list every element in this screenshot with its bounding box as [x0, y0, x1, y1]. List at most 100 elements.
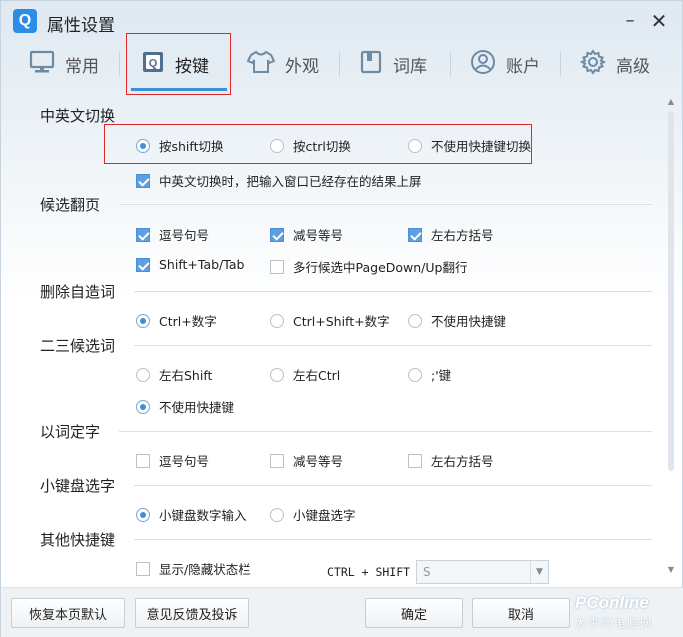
radio-numpad-input[interactable]: 小键盘数字输入 — [136, 505, 247, 524]
section-title-word-to-char: 以词定字 — [40, 423, 101, 441]
checkbox-char-brackets[interactable]: 左右方括号 — [408, 451, 494, 470]
keyboard-icon: Q — [141, 50, 165, 79]
radio-numpad-select[interactable]: 小键盘选字 — [270, 505, 356, 524]
book-icon — [359, 50, 383, 79]
option-label: 减号等号 — [293, 228, 344, 243]
option-label: 不使用快捷键 — [431, 314, 507, 329]
option-label: 显示/隐藏状态栏 — [159, 562, 251, 577]
checkbox[interactable] — [270, 227, 284, 242]
radio-candidate-semicolon-quote[interactable]: ;'键 — [408, 365, 451, 384]
radio-button[interactable] — [136, 399, 150, 414]
checkbox-commit-on-switch[interactable]: 中英文切换时，把输入窗口已经存在的结果上屏 — [136, 171, 422, 190]
radio-ctrl-switch[interactable]: 按ctrl切换 — [270, 136, 351, 155]
tab-divider — [119, 51, 120, 77]
radio-button[interactable] — [136, 138, 150, 153]
checkbox[interactable] — [136, 173, 150, 188]
watermark-text: PConline — [575, 593, 649, 612]
radio-candidate-ctrl[interactable]: 左右Ctrl — [270, 365, 340, 384]
checkbox-char-minus-equal[interactable]: 减号等号 — [270, 451, 343, 470]
section-title-other-hotkeys: 其他快捷键 — [40, 531, 116, 549]
tab-dictionary[interactable]: 词库 — [359, 39, 427, 89]
radio-delete-ctrl-num[interactable]: Ctrl+数字 — [136, 311, 217, 330]
restore-defaults-button[interactable]: 恢复本页默认 — [11, 598, 125, 628]
close-icon[interactable]: ✕ — [648, 10, 670, 32]
tab-appearance[interactable]: 外观 — [246, 39, 319, 89]
checkbox-char-comma-period[interactable]: 逗号句号 — [136, 451, 209, 470]
radio-candidate-shift[interactable]: 左右Shift — [136, 365, 212, 384]
radio-button[interactable] — [136, 367, 150, 382]
app-logo: Q — [13, 9, 37, 33]
tab-divider — [560, 51, 561, 77]
option-label: 减号等号 — [293, 454, 344, 469]
shirt-icon — [246, 50, 276, 79]
checkbox[interactable] — [408, 227, 422, 242]
radio-button[interactable] — [408, 313, 422, 328]
option-label: 不使用快捷键切换 — [431, 139, 532, 154]
checkbox[interactable] — [136, 561, 150, 576]
radio-button[interactable] — [270, 367, 284, 382]
checkbox[interactable] — [270, 453, 284, 468]
scroll-thumb[interactable] — [668, 111, 674, 471]
checkbox-page-brackets[interactable]: 左右方括号 — [408, 225, 494, 244]
section-title-delete-word: 删除自造词 — [40, 283, 116, 301]
checkbox-page-shift-tab[interactable]: Shift+Tab/Tab — [136, 257, 244, 272]
tab-advanced[interactable]: 高级 — [579, 39, 650, 89]
radio-delete-no-hotkey[interactable]: 不使用快捷键 — [408, 311, 506, 330]
radio-button[interactable] — [408, 367, 422, 382]
checkbox-toggle-statusbar[interactable]: 显示/隐藏状态栏 — [136, 559, 251, 578]
option-label: 左右方括号 — [431, 454, 494, 469]
scrollbar[interactable]: ▲ ▼ — [665, 97, 677, 577]
option-label: Ctrl+数字 — [159, 314, 217, 329]
scroll-up-icon[interactable]: ▲ — [665, 97, 677, 107]
checkbox-page-comma-period[interactable]: 逗号句号 — [136, 225, 209, 244]
tab-label: 按键 — [175, 56, 209, 77]
section-divider — [134, 345, 652, 346]
watermark-logo: PConline 太平洋电脑网 — [567, 589, 682, 637]
option-label: 按shift切换 — [159, 139, 224, 154]
tab-divider — [450, 51, 451, 77]
section-divider — [119, 204, 652, 205]
section-divider — [134, 291, 652, 292]
checkbox-page-pagedown-up[interactable]: 多行候选中PageDown/Up翻行 — [270, 257, 467, 276]
checkbox[interactable] — [408, 453, 422, 468]
ok-button[interactable]: 确定 — [365, 598, 463, 628]
option-label: 中英文切换时，把输入窗口已经存在的结果上屏 — [159, 174, 422, 189]
tab-label: 高级 — [616, 56, 650, 77]
user-icon — [470, 49, 496, 80]
checkbox[interactable] — [136, 453, 150, 468]
option-label: 小键盘选字 — [293, 508, 356, 523]
radio-button[interactable] — [270, 313, 284, 328]
checkbox-page-minus-equal[interactable]: 减号等号 — [270, 225, 343, 244]
radio-button[interactable] — [408, 138, 422, 153]
minimize-icon[interactable]: – — [619, 10, 641, 32]
monitor-icon — [29, 50, 55, 79]
tab-label: 账户 — [506, 56, 540, 77]
gear-icon — [579, 48, 607, 80]
tab-common[interactable]: 常用 — [29, 39, 99, 89]
option-label: ;'键 — [431, 368, 452, 383]
tab-keys[interactable]: Q 按键 — [141, 39, 209, 89]
watermark-subtext: 太平洋电脑网 — [575, 617, 653, 630]
radio-shift-switch[interactable]: 按shift切换 — [136, 136, 224, 155]
radio-delete-ctrl-shift-num[interactable]: Ctrl+Shift+数字 — [270, 311, 390, 330]
option-label: 逗号句号 — [159, 228, 210, 243]
radio-candidate-no-hotkey[interactable]: 不使用快捷键 — [136, 397, 234, 416]
feedback-button[interactable]: 意见反馈及投诉 — [135, 598, 249, 628]
radio-button[interactable] — [136, 507, 150, 522]
radio-button[interactable] — [270, 138, 284, 153]
hotkey-select[interactable]: S ▼ — [416, 560, 549, 584]
scroll-down-icon[interactable]: ▼ — [665, 565, 677, 575]
tab-account[interactable]: 账户 — [470, 39, 540, 89]
chevron-down-icon[interactable]: ▼ — [530, 561, 548, 583]
checkbox[interactable] — [136, 257, 150, 272]
checkbox[interactable] — [136, 227, 150, 242]
option-label: Ctrl+Shift+数字 — [293, 314, 390, 329]
checkbox[interactable] — [270, 259, 284, 274]
option-label: 左右方括号 — [431, 228, 494, 243]
radio-no-hotkey-switch[interactable]: 不使用快捷键切换 — [408, 136, 531, 155]
section-divider — [134, 539, 652, 540]
cancel-button[interactable]: 取消 — [472, 598, 570, 628]
section-divider — [134, 485, 652, 486]
radio-button[interactable] — [136, 313, 150, 328]
radio-button[interactable] — [270, 507, 284, 522]
